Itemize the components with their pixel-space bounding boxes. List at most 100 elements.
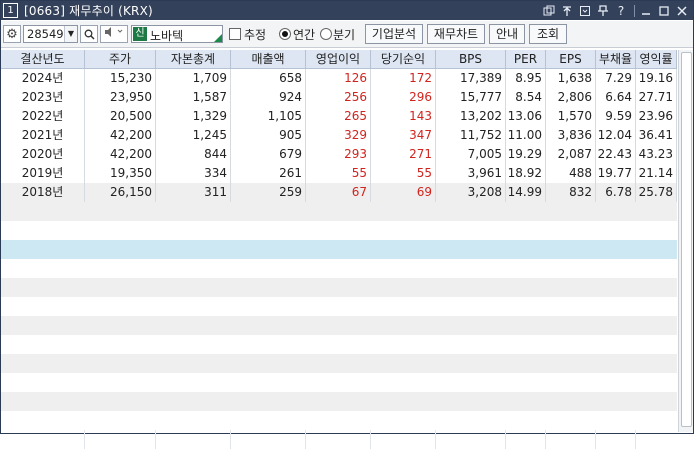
table-cell: 11,752 xyxy=(436,126,506,145)
column-header[interactable]: 매출액 xyxy=(231,50,306,68)
inquiry-button[interactable]: 조회 xyxy=(529,24,567,44)
guide-button[interactable]: 안내 xyxy=(489,24,525,44)
table-cell: 15,777 xyxy=(436,88,506,107)
table-cell: 67 xyxy=(306,183,371,202)
table-cell: 2022년 xyxy=(1,107,85,126)
table-cell: 20,500 xyxy=(85,107,156,126)
table-cell: 6.78 xyxy=(596,183,636,202)
table-cell: 143 xyxy=(371,107,436,126)
table-row[interactable] xyxy=(1,221,677,240)
table-cell: 12.04 xyxy=(596,126,636,145)
company-analysis-button[interactable]: 기업분석 xyxy=(365,24,423,44)
table-cell: 905 xyxy=(231,126,306,145)
window: 1 [0663] 재무추이 (KRX) ? ⚙ 285490 ▼ 신 노바텍 추… xyxy=(0,0,694,449)
column-header[interactable]: 당기순익 xyxy=(371,50,436,68)
table-cell: 2,087 xyxy=(546,145,596,164)
table-cell: 1,587 xyxy=(156,88,231,107)
table-row[interactable] xyxy=(1,240,677,259)
table-cell: 265 xyxy=(306,107,371,126)
table-cell: 1,245 xyxy=(156,126,231,145)
table-cell: 7.29 xyxy=(596,69,636,88)
column-header[interactable]: 주가 xyxy=(85,50,156,68)
table-cell: 256 xyxy=(306,88,371,107)
help-icon[interactable]: ? xyxy=(614,4,628,18)
table-cell: 23,950 xyxy=(85,88,156,107)
table-cell: 311 xyxy=(156,183,231,202)
table-cell: 18.92 xyxy=(506,164,546,183)
table-cell: 3,208 xyxy=(436,183,506,202)
table-cell: 2021년 xyxy=(1,126,85,145)
table-cell: 21.14 xyxy=(636,164,677,183)
table-cell: 259 xyxy=(231,183,306,202)
table-cell: 55 xyxy=(306,164,371,183)
table-cell: 8.95 xyxy=(506,69,546,88)
table-cell: 1,329 xyxy=(156,107,231,126)
table-cell: 679 xyxy=(231,145,306,164)
table-row[interactable] xyxy=(1,316,677,335)
table-row[interactable] xyxy=(1,354,677,373)
stock-name: 노바텍 xyxy=(150,29,184,43)
quarter-radio[interactable] xyxy=(320,28,332,40)
column-header[interactable]: PER xyxy=(506,50,546,68)
table-row[interactable]: 2021년 42,200 1,245 905 329 347 11,752 11.00 3,83… xyxy=(1,126,677,145)
table-cell: 334 xyxy=(156,164,231,183)
table-cell: 6.64 xyxy=(596,88,636,107)
maximize-icon[interactable] xyxy=(657,4,671,18)
speaker-icon[interactable] xyxy=(100,25,128,43)
minimize-icon[interactable] xyxy=(639,4,653,18)
table-cell: 23.96 xyxy=(636,107,677,126)
table-row[interactable]: 2024년 15,230 1,709 658 126 172 17,389 8.95 1,638… xyxy=(1,69,677,88)
table-cell: 172 xyxy=(371,69,436,88)
column-header[interactable]: 결산년도 xyxy=(1,50,85,68)
table-row[interactable]: 2019년 19,350 334 261 55 55 3,961 18.92 488 19.77 2… xyxy=(1,164,677,183)
table-row[interactable] xyxy=(1,297,677,316)
table-cell: 1,570 xyxy=(546,107,596,126)
table-row[interactable] xyxy=(1,411,677,430)
table-cell: 296 xyxy=(371,88,436,107)
column-header[interactable]: 자본총계 xyxy=(156,50,231,68)
estimate-checkbox[interactable] xyxy=(229,28,241,40)
stock-code-input[interactable]: 285490 ▼ xyxy=(23,25,78,43)
table-row[interactable]: 2022년 20,500 1,329 1,105 265 143 13,202 13.06 1,… xyxy=(1,107,677,126)
title-bar: 1 [0663] 재무추이 (KRX) ? xyxy=(1,1,693,20)
chevron-down-icon[interactable]: ▼ xyxy=(64,26,77,42)
table-row[interactable] xyxy=(1,259,677,278)
column-header[interactable]: BPS xyxy=(436,50,506,68)
table-cell: 19.29 xyxy=(506,145,546,164)
table-cell: 25.78 xyxy=(636,183,677,202)
table-row[interactable]: 2018년 26,150 311 259 67 69 3,208 14.99 832 6.78 25… xyxy=(1,183,677,202)
table-cell: 7,005 xyxy=(436,145,506,164)
table-cell: 658 xyxy=(231,69,306,88)
column-header[interactable]: 영익률 xyxy=(636,50,677,68)
table-cell: 293 xyxy=(306,145,371,164)
table-cell: 42,200 xyxy=(85,126,156,145)
financial-chart-button[interactable]: 재무차트 xyxy=(427,24,485,44)
scrollbar-thumb[interactable] xyxy=(681,52,692,427)
table-row[interactable] xyxy=(1,202,677,221)
link-window-icon[interactable] xyxy=(542,4,556,18)
table-row[interactable]: 2023년 23,950 1,587 924 256 296 15,777 8.54 2,806… xyxy=(1,88,677,107)
column-header[interactable]: 영업이익 xyxy=(306,50,371,68)
table-row[interactable] xyxy=(1,392,677,411)
table-cell: 3,961 xyxy=(436,164,506,183)
column-header[interactable]: 부채율 xyxy=(596,50,636,68)
table-row[interactable]: 2020년 42,200 844 679 293 271 7,005 19.29 2,087 22… xyxy=(1,145,677,164)
table-cell: 42,200 xyxy=(85,145,156,164)
pin-icon[interactable] xyxy=(596,4,610,18)
always-on-top-icon[interactable] xyxy=(560,4,574,18)
table-row[interactable] xyxy=(1,278,677,297)
search-icon[interactable] xyxy=(80,25,98,43)
close-icon[interactable] xyxy=(675,4,689,18)
table-row[interactable] xyxy=(1,373,677,392)
vertical-scrollbar[interactable] xyxy=(678,50,693,432)
title-separator xyxy=(634,4,635,17)
table-cell: 347 xyxy=(371,126,436,145)
toggle-panel-icon[interactable] xyxy=(578,4,592,18)
gear-icon[interactable]: ⚙ xyxy=(3,25,21,43)
table-header: 결산년도 주가 자본총계 매출액 영업이익 당기순익 BPS PER EPS 부채율 영익률 xyxy=(1,50,677,69)
table-cell: 832 xyxy=(546,183,596,202)
stock-name-field[interactable]: 신 노바텍 xyxy=(131,25,223,43)
annual-radio[interactable] xyxy=(279,28,291,40)
table-row[interactable] xyxy=(1,335,677,354)
column-header[interactable]: EPS xyxy=(546,50,596,68)
